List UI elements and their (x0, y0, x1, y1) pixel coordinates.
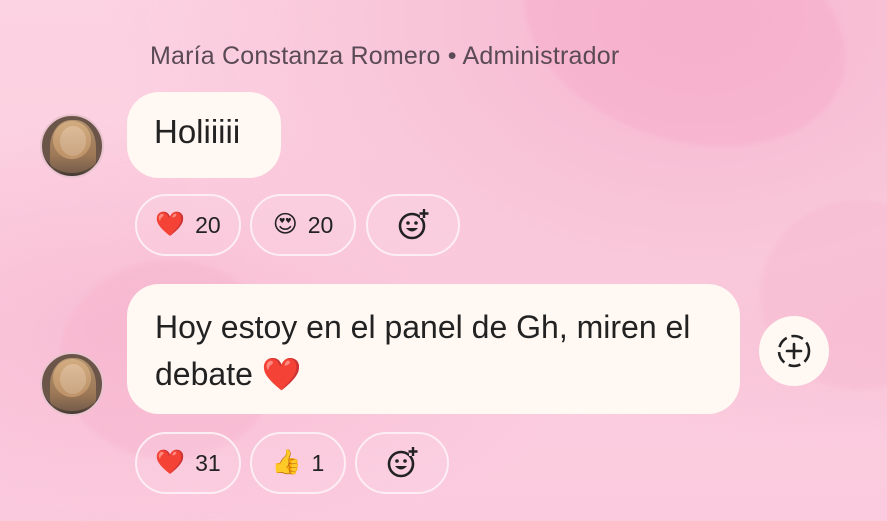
message-text: Hoy estoy en el panel de Gh, miren el de… (155, 309, 691, 392)
reaction-count: 31 (195, 449, 221, 476)
reaction-count: 1 (311, 449, 325, 476)
message-text: Holiiiii (154, 113, 241, 150)
sender-header: María Constanza Romero • Administrador (150, 42, 619, 71)
sender-separator: • (447, 42, 457, 70)
avatar[interactable] (40, 114, 104, 178)
add-reaction-button[interactable] (366, 194, 460, 256)
sender-name: María Constanza Romero (150, 42, 441, 70)
reaction-chip-thumbs-up[interactable]: 👍 1 (250, 432, 346, 494)
add-reaction-icon (398, 209, 429, 240)
reaction-count: 20 (307, 211, 334, 238)
heart-icon: ❤️ (155, 449, 186, 476)
reaction-count: 20 (195, 211, 221, 238)
message-bubble[interactable]: Holiiiii (127, 92, 281, 178)
reaction-chip-heart-eyes[interactable]: 😍 20 (250, 194, 356, 256)
add-reaction-button[interactable] (355, 432, 449, 494)
reaction-chip-heart[interactable]: ❤️ 31 (135, 432, 241, 494)
reaction-chip-heart[interactable]: ❤️ 20 (135, 194, 241, 256)
avatar[interactable] (40, 352, 104, 416)
heart-eyes-icon: 😍 (272, 211, 298, 238)
sender-role: Administrador (462, 42, 620, 70)
heart-emoji: ❤️ (261, 356, 302, 392)
thumbs-up-icon: 👍 (271, 449, 302, 476)
heart-icon: ❤️ (155, 211, 186, 238)
add-circle-dashed-icon (777, 334, 811, 368)
add-reaction-icon (387, 447, 418, 478)
background-heart-shape (494, 0, 876, 186)
add-reaction-button[interactable] (759, 316, 829, 386)
message-bubble[interactable]: Hoy estoy en el panel de Gh, miren el de… (127, 284, 740, 414)
